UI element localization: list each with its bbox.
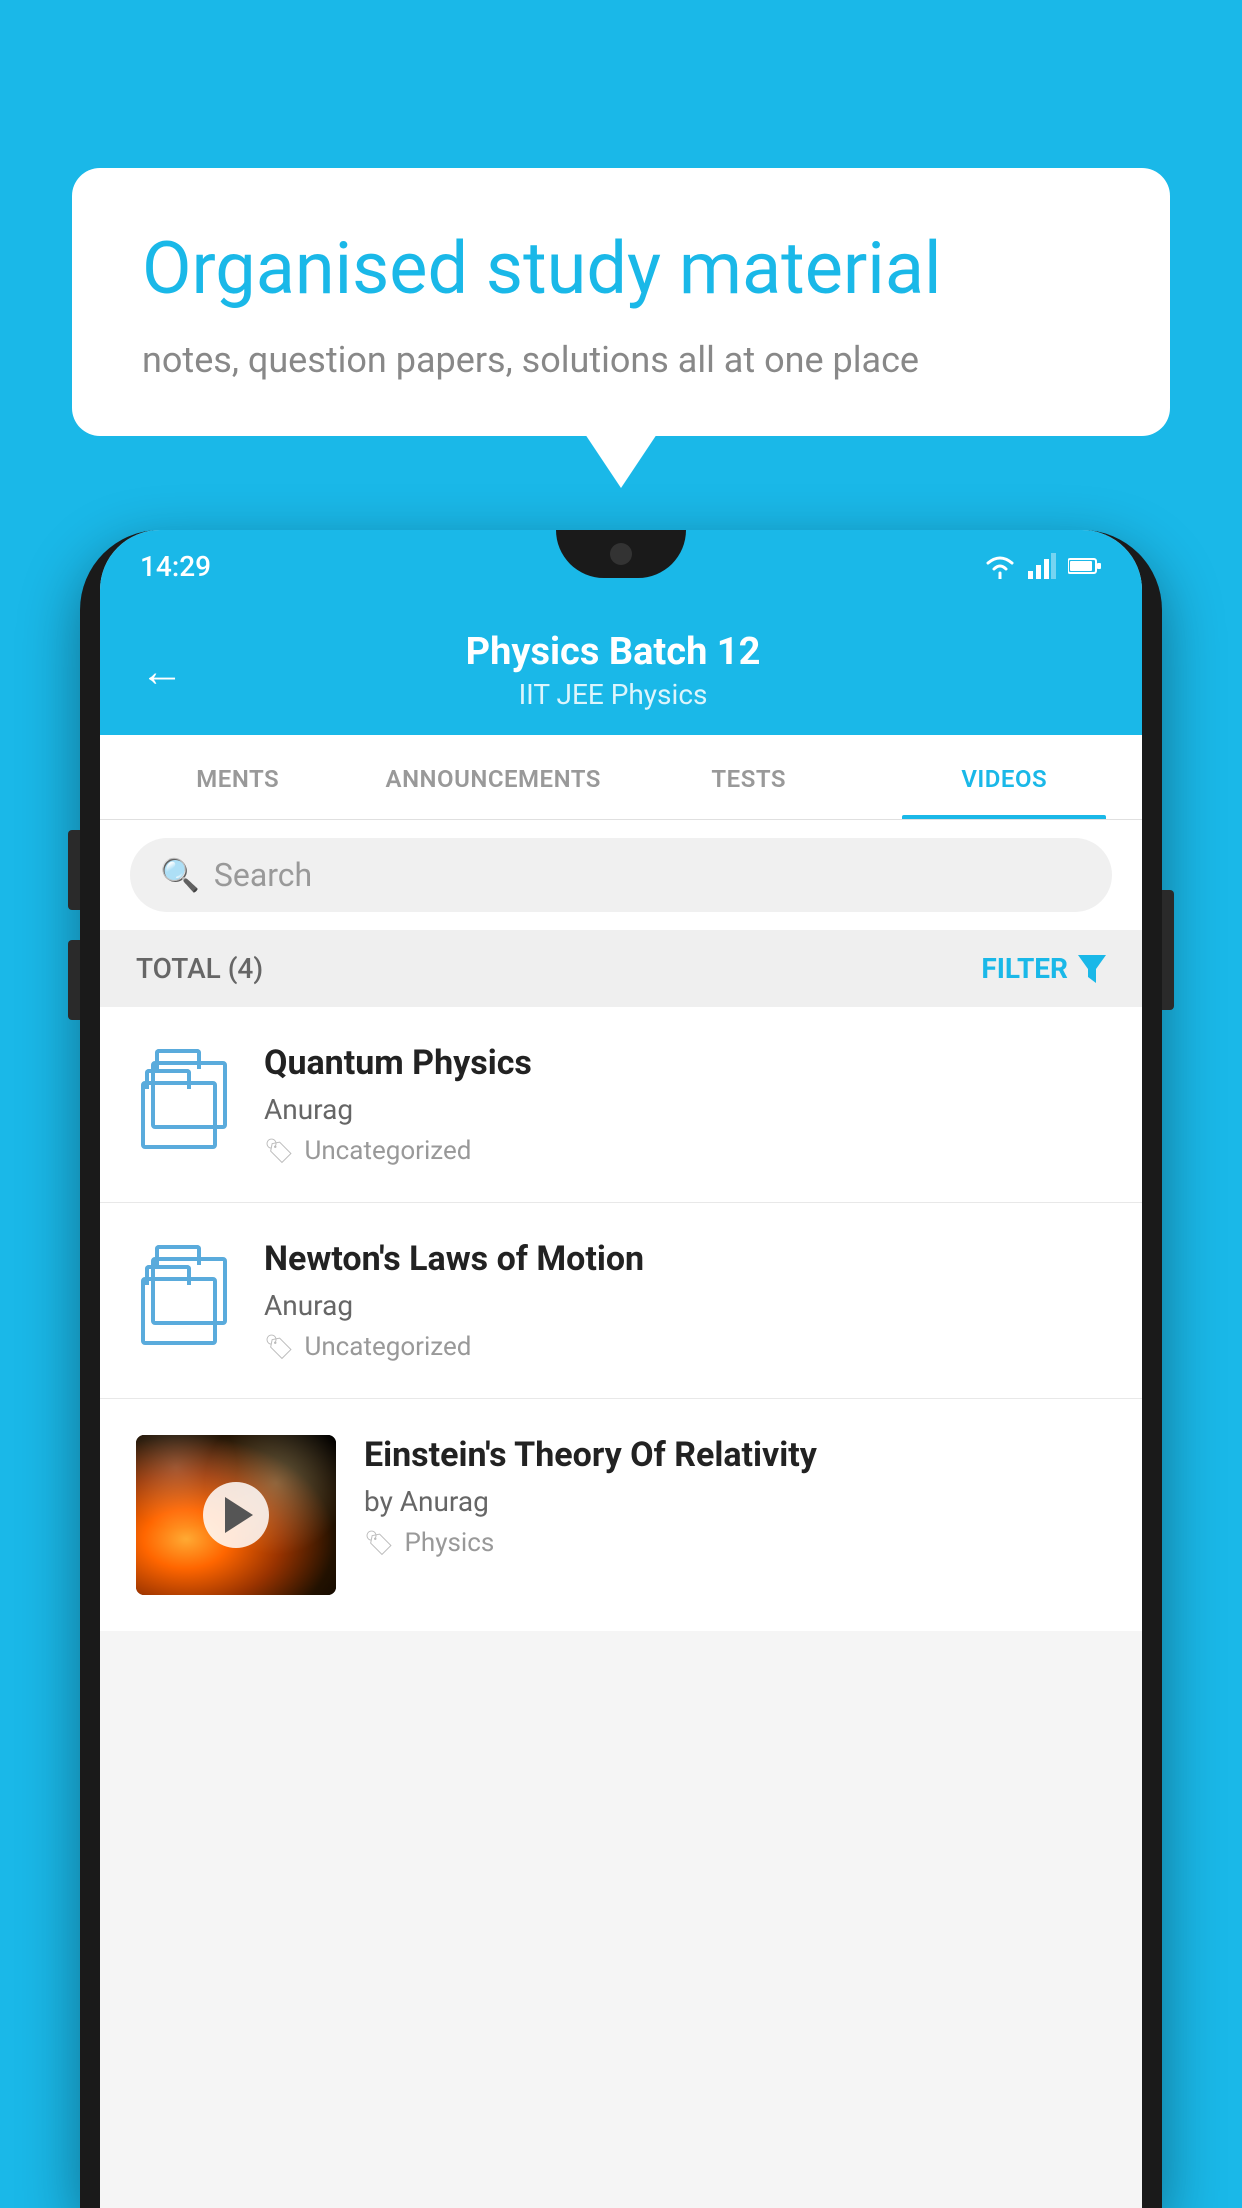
volume-down-button[interactable] bbox=[68, 940, 80, 1020]
video-tag: 🏷 Uncategorized bbox=[264, 1332, 1106, 1362]
signal-icon bbox=[1028, 553, 1056, 579]
video-thumbnail bbox=[136, 1435, 336, 1595]
phone-notch bbox=[556, 530, 686, 578]
wifi-icon bbox=[984, 553, 1016, 579]
video-folder-icon-1 bbox=[136, 1055, 236, 1155]
filter-label: FILTER bbox=[981, 952, 1068, 985]
video-author: by Anurag bbox=[364, 1485, 1106, 1518]
status-bar: 14:29 bbox=[100, 530, 1142, 602]
front-camera bbox=[610, 543, 632, 565]
filter-button[interactable]: FILTER bbox=[981, 952, 1106, 985]
list-item[interactable]: Einstein's Theory Of Relativity by Anura… bbox=[100, 1399, 1142, 1631]
play-triangle-icon bbox=[225, 1497, 253, 1533]
folder-front bbox=[141, 1081, 217, 1149]
back-button[interactable]: ← bbox=[140, 645, 184, 697]
video-info-2: Newton's Laws of Motion Anurag 🏷 Uncateg… bbox=[264, 1239, 1106, 1362]
batch-title: Physics Batch 12 bbox=[204, 630, 1022, 674]
search-box[interactable]: 🔍 Search bbox=[130, 838, 1112, 912]
video-title: Einstein's Theory Of Relativity bbox=[364, 1435, 1106, 1475]
folder-front bbox=[141, 1277, 217, 1345]
list-item[interactable]: Quantum Physics Anurag 🏷 Uncategorized bbox=[100, 1007, 1142, 1203]
video-title: Newton's Laws of Motion bbox=[264, 1239, 1106, 1279]
video-tag: 🏷 Physics bbox=[364, 1528, 1106, 1558]
tab-ments[interactable]: MENTS bbox=[110, 735, 366, 819]
app-header: ← Physics Batch 12 IIT JEE Physics bbox=[100, 602, 1142, 735]
tag-label: Physics bbox=[404, 1528, 494, 1558]
tag-icon: 🏷 bbox=[264, 1333, 294, 1361]
status-icons bbox=[984, 553, 1102, 579]
phone-screen: 14:29 bbox=[100, 530, 1142, 2208]
total-count-label: TOTAL (4) bbox=[136, 952, 263, 985]
search-icon: 🔍 bbox=[160, 856, 200, 894]
tabs-bar: MENTS ANNOUNCEMENTS TESTS VIDEOS bbox=[100, 735, 1142, 820]
filter-icon bbox=[1078, 955, 1106, 983]
video-author: Anurag bbox=[264, 1093, 1106, 1126]
tab-announcements[interactable]: ANNOUNCEMENTS bbox=[366, 735, 622, 819]
tab-tests[interactable]: TESTS bbox=[621, 735, 877, 819]
list-item[interactable]: Newton's Laws of Motion Anurag 🏷 Uncateg… bbox=[100, 1203, 1142, 1399]
speech-bubble: Organised study material notes, question… bbox=[72, 168, 1170, 436]
video-info-1: Quantum Physics Anurag 🏷 Uncategorized bbox=[264, 1043, 1106, 1166]
video-folder-icon-2 bbox=[136, 1251, 236, 1351]
power-button[interactable] bbox=[1162, 890, 1174, 1010]
volume-up-button[interactable] bbox=[68, 830, 80, 910]
video-title: Quantum Physics bbox=[264, 1043, 1106, 1083]
speech-bubble-subtitle: notes, question papers, solutions all at… bbox=[142, 339, 1100, 381]
tag-label: Uncategorized bbox=[304, 1136, 471, 1166]
filter-bar: TOTAL (4) FILTER bbox=[100, 930, 1142, 1007]
video-tag: 🏷 Uncategorized bbox=[264, 1136, 1106, 1166]
tag-icon: 🏷 bbox=[264, 1137, 294, 1165]
phone-frame: 14:29 bbox=[80, 530, 1162, 2208]
video-list: Quantum Physics Anurag 🏷 Uncategorized bbox=[100, 1007, 1142, 1631]
header-title-block: Physics Batch 12 IIT JEE Physics bbox=[204, 630, 1022, 711]
tag-icon: 🏷 bbox=[364, 1529, 394, 1557]
speech-bubble-title: Organised study material bbox=[142, 228, 1100, 311]
search-container: 🔍 Search bbox=[100, 820, 1142, 930]
video-author: Anurag bbox=[264, 1289, 1106, 1322]
tab-videos[interactable]: VIDEOS bbox=[877, 735, 1133, 819]
batch-subtitle: IIT JEE Physics bbox=[204, 678, 1022, 711]
video-info-3: Einstein's Theory Of Relativity by Anura… bbox=[364, 1435, 1106, 1558]
tag-label: Uncategorized bbox=[304, 1332, 471, 1362]
status-time: 14:29 bbox=[140, 550, 211, 583]
battery-icon bbox=[1068, 556, 1102, 576]
play-button[interactable] bbox=[203, 1482, 269, 1548]
search-input[interactable]: Search bbox=[214, 856, 312, 894]
